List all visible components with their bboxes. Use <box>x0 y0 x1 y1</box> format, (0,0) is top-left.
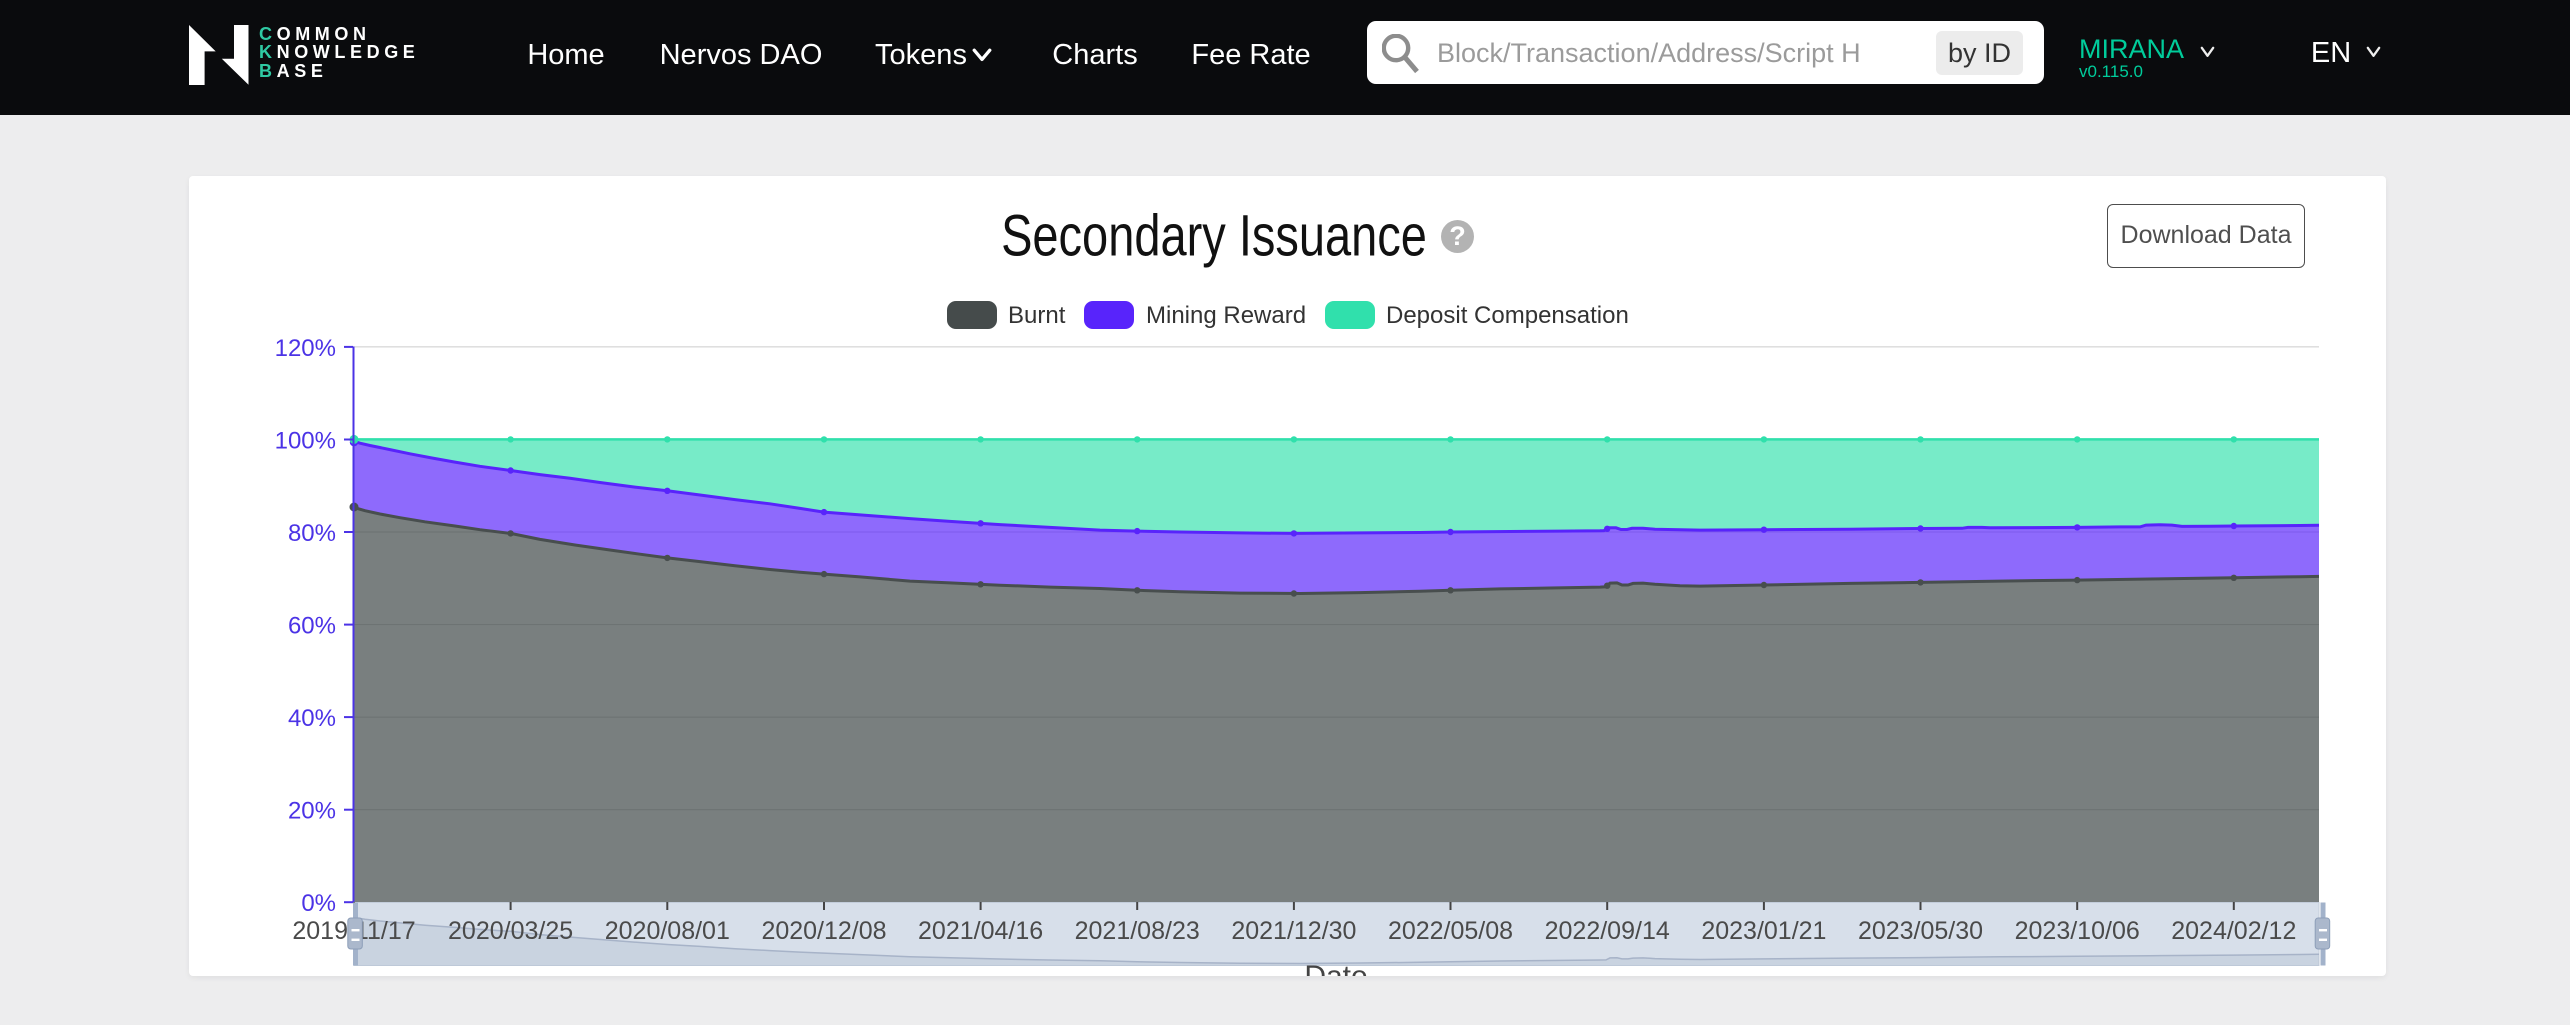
svg-text:100%: 100% <box>275 428 336 455</box>
svg-text:60%: 60% <box>288 613 336 640</box>
svg-text:2021/12/30: 2021/12/30 <box>1231 917 1356 945</box>
svg-text:2020/03/25: 2020/03/25 <box>448 917 573 945</box>
svg-text:80%: 80% <box>288 520 336 547</box>
svg-text:2023/10/06: 2023/10/06 <box>2015 917 2140 945</box>
svg-text:2022/05/08: 2022/05/08 <box>1388 917 1513 945</box>
svg-text:2021/04/16: 2021/04/16 <box>918 917 1043 945</box>
svg-text:2023/01/21: 2023/01/21 <box>1701 917 1826 945</box>
svg-text:40%: 40% <box>288 705 336 732</box>
svg-text:0%: 0% <box>301 890 336 917</box>
svg-text:2024/02/12: 2024/02/12 <box>2171 917 2296 945</box>
svg-text:2020/08/01: 2020/08/01 <box>605 917 730 945</box>
svg-text:2022/09/14: 2022/09/14 <box>1545 917 1670 945</box>
svg-text:120%: 120% <box>275 335 336 362</box>
svg-text:2020/12/08: 2020/12/08 <box>761 917 886 945</box>
svg-text:2023/05/30: 2023/05/30 <box>1858 917 1983 945</box>
svg-text:2021/08/23: 2021/08/23 <box>1075 917 1200 945</box>
svg-text:20%: 20% <box>288 798 336 825</box>
svg-text:Date: Date <box>1304 960 1367 976</box>
